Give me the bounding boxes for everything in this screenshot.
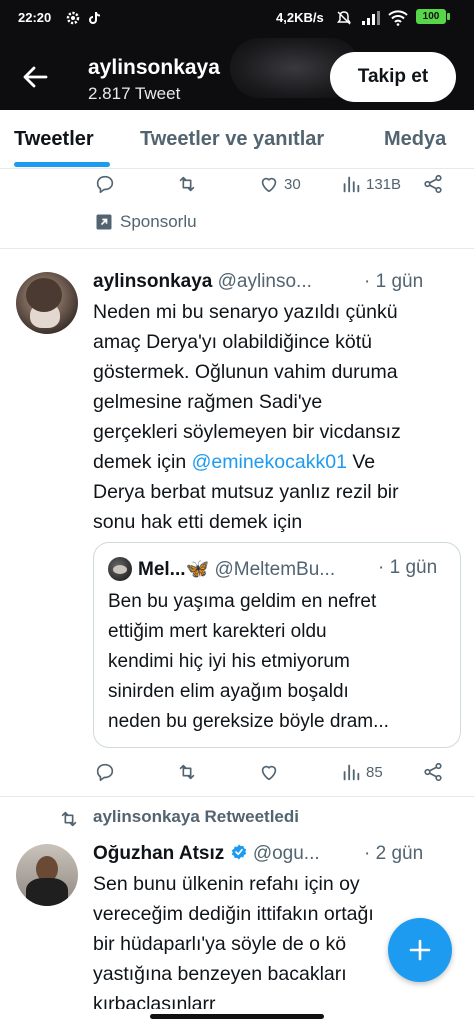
avatar-hair — [26, 278, 62, 312]
wifi-status-icon — [388, 10, 408, 26]
tweet-time: · 2 gün — [364, 843, 423, 865]
tab-tweets[interactable]: Tweetler — [14, 128, 94, 151]
timestamp[interactable]: · 2 gün — [364, 843, 423, 864]
quote-time-wrap: · 1 gün — [378, 557, 437, 579]
profile-tabs: Tweetler Tweetler ve yanıtlar Medya — [0, 110, 474, 169]
tweet-time: · 1 gün — [364, 271, 423, 293]
network-speed: 4,2KB/s — [276, 10, 324, 25]
like-count: 30 — [284, 175, 301, 193]
battery-tip — [447, 13, 450, 20]
share-icon — [424, 762, 442, 782]
compose-tweet-button[interactable] — [388, 918, 452, 982]
signal-status-icon — [362, 11, 380, 25]
active-tab-indicator — [14, 162, 110, 167]
share-icon — [424, 174, 442, 194]
avatar[interactable] — [16, 844, 78, 906]
like-icon — [261, 177, 277, 193]
display-name[interactable]: aylinsonkaya — [93, 271, 212, 292]
divider — [0, 248, 474, 249]
home-indicator[interactable] — [150, 1014, 324, 1019]
tweet-text: Neden mi bu senaryo yazıldı çünkü amaç D… — [93, 297, 463, 537]
reply-icon — [96, 763, 114, 782]
mention-link[interactable]: @eminekocakk01 — [192, 451, 347, 473]
share-button[interactable] — [422, 761, 444, 783]
retweet-indicator-icon — [61, 811, 77, 827]
divider — [0, 796, 474, 797]
retweeted-by-label[interactable]: aylinsonkaya Retweetledi — [93, 807, 299, 827]
view-count: 85 — [366, 763, 383, 781]
quote-avatar-figure — [113, 565, 127, 574]
quoted-tweet-card[interactable]: Mel...🦋 @MeltemBu... · 1 gün Ben bu yaşı… — [93, 542, 461, 748]
handle[interactable]: @ogu... — [253, 843, 320, 864]
tweet-text: Sen bunu ülkenin refahı için oy vereceği… — [93, 873, 374, 1009]
verified-icon — [231, 844, 246, 860]
profile-name: aylinsonkaya — [88, 56, 220, 79]
follow-button[interactable]: Takip et — [330, 52, 456, 102]
tweet-count: 2.817 Tweet — [88, 84, 181, 103]
promoted-icon — [96, 214, 112, 230]
quote-header: Mel...🦋 @MeltemBu... — [138, 557, 335, 581]
status-time: 22:20 — [18, 10, 52, 25]
like-button[interactable] — [258, 761, 280, 783]
retweet-icon — [179, 764, 195, 780]
tiktok-status-icon — [89, 11, 101, 24]
handle[interactable]: @aylinso... — [218, 271, 312, 292]
like-button[interactable]: 30 — [258, 173, 301, 195]
quote-display-name: Mel...🦋 — [138, 559, 210, 580]
profile-header: 22:20 4,2KB/s 100 aylinsonkaya 2.817 Twe… — [0, 0, 474, 110]
tab-media[interactable]: Medya — [384, 128, 446, 151]
reply-button[interactable] — [94, 173, 116, 195]
views-button[interactable]: 85 — [340, 761, 383, 783]
promoted-text: Sponsorlu — [120, 212, 197, 231]
like-icon — [261, 765, 277, 781]
settings-status-icon — [66, 11, 80, 25]
tweet-header: aylinsonkaya @aylinso... — [93, 271, 312, 293]
quote-timestamp: · 1 gün — [378, 557, 438, 578]
views-icon — [343, 764, 360, 781]
retweet-icon — [179, 176, 195, 192]
compose-plus-icon — [409, 939, 431, 961]
reply-button[interactable] — [94, 761, 116, 783]
view-count: 131B — [366, 175, 402, 193]
quote-text: Ben bu yaşıma geldim en nefret ettiğim m… — [108, 591, 389, 732]
quote-avatar — [108, 557, 132, 581]
display-name[interactable]: Oğuzhan Atsız — [93, 843, 224, 864]
promoted-label: Sponsorlu — [94, 212, 197, 232]
battery-indicator: 100 — [416, 9, 446, 24]
retweet-button[interactable] — [176, 173, 198, 195]
views-button[interactable]: 131B — [340, 173, 401, 195]
tab-tweets-and-replies[interactable]: Tweetler ve yanıtlar — [140, 128, 324, 151]
tweet-header: Oğuzhan Atsız @ogu... — [93, 843, 320, 865]
views-icon — [343, 176, 360, 193]
reply-icon — [96, 175, 114, 194]
avatar[interactable] — [16, 272, 78, 334]
avatar-body — [26, 878, 68, 906]
back-arrow-icon[interactable] — [20, 62, 50, 92]
quote-handle: @MeltemBu... — [214, 559, 336, 580]
retweet-button[interactable] — [176, 761, 198, 783]
tweet-text-part1: Neden mi bu senaryo yazıldı çünkü amaç D… — [93, 301, 401, 473]
share-button[interactable] — [422, 173, 444, 195]
mute-status-icon — [337, 11, 351, 25]
timestamp[interactable]: · 1 gün — [364, 271, 423, 292]
